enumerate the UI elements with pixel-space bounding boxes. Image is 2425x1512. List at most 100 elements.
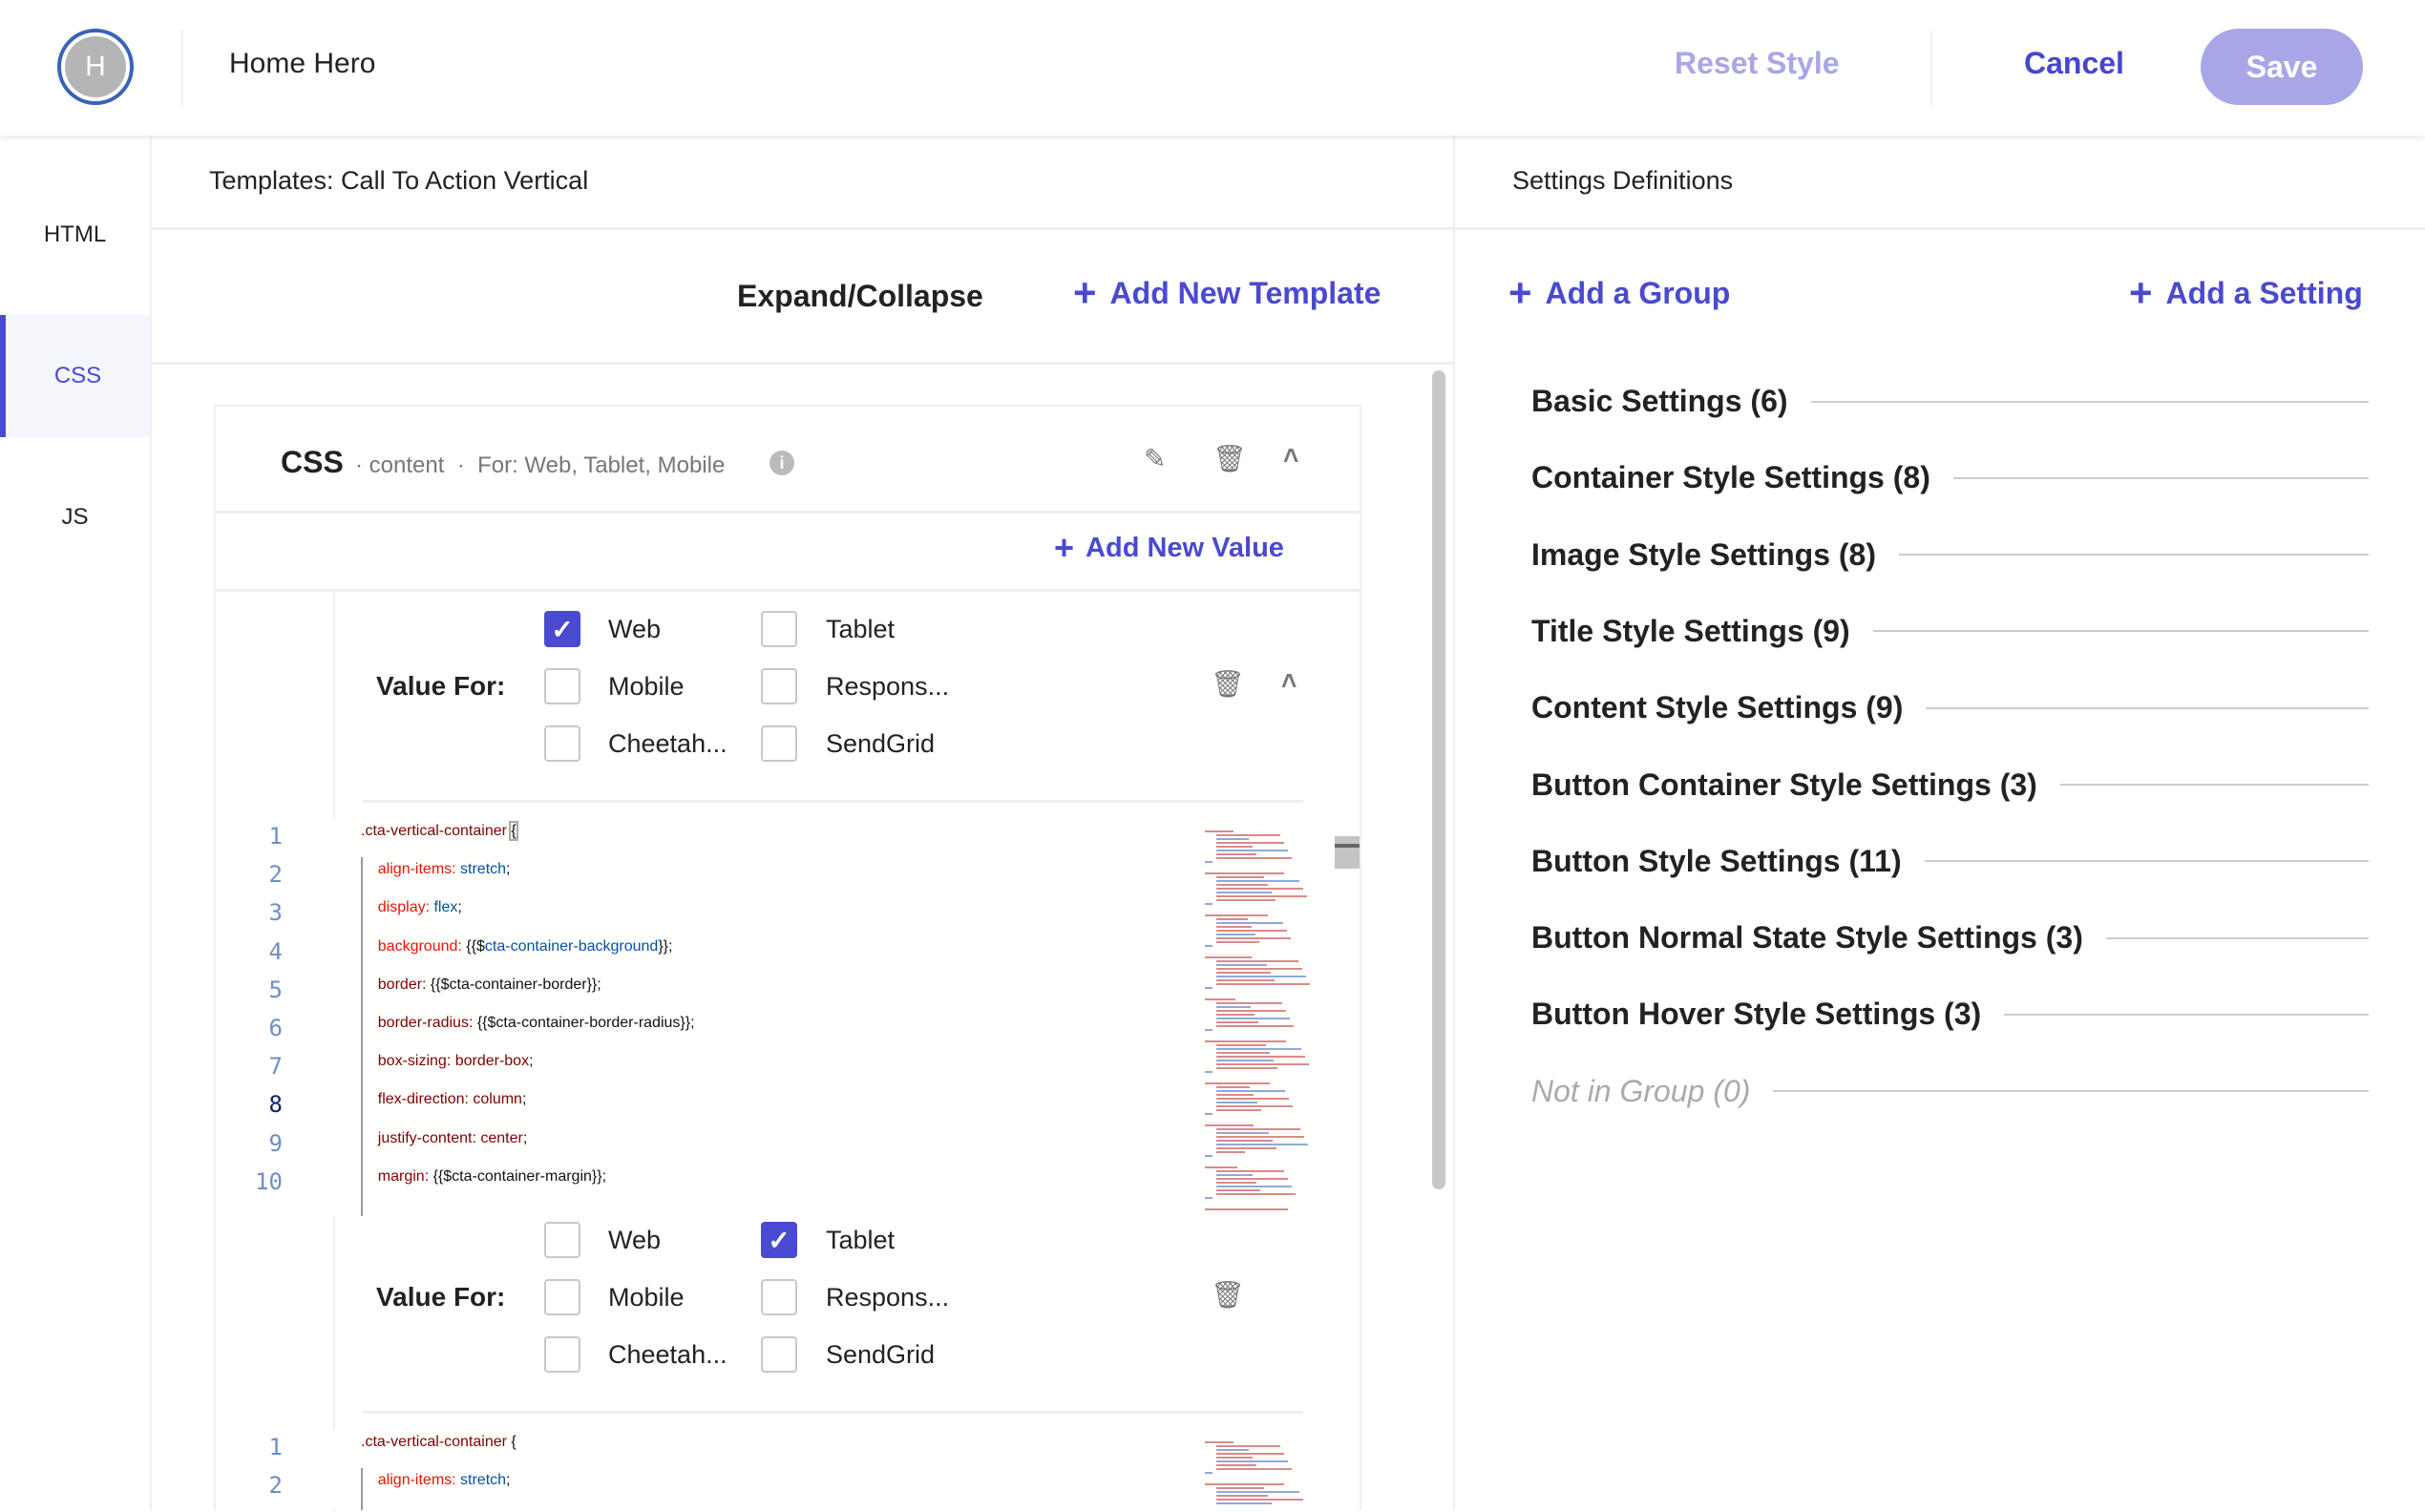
checkbox-label: Web xyxy=(608,615,662,643)
minimap-line xyxy=(1216,1006,1251,1008)
minimap-line xyxy=(1216,1098,1289,1100)
sidebar-item-css[interactable]: CSS xyxy=(0,315,150,437)
code-line[interactable]: align-items: stretch; xyxy=(361,1472,511,1489)
code-line[interactable]: justify-content: center; xyxy=(361,1130,528,1147)
checkbox-respons[interactable] xyxy=(761,1279,797,1315)
code-line[interactable]: margin: {{$cta-container-margin}}; xyxy=(361,1168,606,1186)
checkbox-label: Tablet xyxy=(826,615,896,643)
settings-group[interactable]: Title Style Settings (9) xyxy=(1531,614,2369,649)
minimap-line xyxy=(1216,1186,1292,1187)
trash-icon[interactable]: 🗑 xyxy=(1211,668,1245,700)
minimap-line xyxy=(1216,934,1255,935)
minimap-line xyxy=(1205,1441,1234,1443)
sidebar-item-html[interactable]: HTML xyxy=(0,174,150,296)
code-line[interactable]: display: flex; xyxy=(361,899,462,916)
code-token: ; xyxy=(506,1472,511,1489)
checkbox-mobile[interactable] xyxy=(544,668,580,704)
add-new-value-button[interactable]: + Add New Value xyxy=(1054,531,1284,565)
divider xyxy=(216,511,1360,514)
settings-group-label: Button Hover Style Settings (3) xyxy=(1531,997,1982,1032)
code-token: stretch xyxy=(460,1472,507,1489)
minimap-line xyxy=(1205,1208,1288,1210)
scrollbar[interactable] xyxy=(1432,370,1445,1189)
minimap-line xyxy=(1216,1102,1257,1103)
templates-title: Templates: Call To Action Vertical xyxy=(209,166,589,195)
checkbox-cheetah[interactable] xyxy=(544,725,580,762)
info-icon[interactable]: i xyxy=(770,451,794,475)
settings-group[interactable]: Button Style Settings (11) xyxy=(1531,844,2369,879)
code-token: .cta-vertical-container xyxy=(361,1434,512,1450)
code-minimap[interactable] xyxy=(1205,829,1310,1214)
edit-icon[interactable]: ✎ xyxy=(1144,443,1166,474)
sidebar-item-js[interactable]: JS xyxy=(0,456,150,578)
settings-group[interactable]: Image Style Settings (8) xyxy=(1531,537,2369,573)
checkbox-label: SendGrid xyxy=(826,1340,936,1369)
code-line[interactable]: .cta-vertical-container { xyxy=(361,1434,517,1451)
minimap-line xyxy=(1216,1460,1288,1462)
checkbox-sendgrid[interactable] xyxy=(761,1336,797,1373)
settings-group[interactable]: Button Container Style Settings (3) xyxy=(1531,767,2369,803)
minimap-line xyxy=(1216,1132,1269,1134)
chevron-up-icon[interactable]: ˄ xyxy=(1283,441,1298,472)
code-minimap[interactable] xyxy=(1205,1439,1310,1508)
code-token: { xyxy=(509,821,518,841)
save-button[interactable]: Save xyxy=(2201,29,2363,105)
minimap-line xyxy=(1205,945,1212,947)
expand-collapse-button[interactable]: Expand/Collapse xyxy=(737,279,983,314)
checkbox-cheetah[interactable] xyxy=(544,1336,580,1373)
settings-group[interactable]: Container Style Settings (8) xyxy=(1531,460,2369,495)
code-line[interactable]: border: {{$cta-container-border}}; xyxy=(361,976,601,994)
cancel-button[interactable]: Cancel xyxy=(2024,46,2124,81)
settings-group-label: Button Normal State Style Settings (3) xyxy=(1531,920,2083,956)
divider xyxy=(152,362,1454,365)
checkbox-sendgrid[interactable] xyxy=(761,725,797,762)
checkbox-web[interactable] xyxy=(544,1222,580,1258)
settings-group[interactable]: Content Style Settings (9) xyxy=(1531,690,2369,725)
add-group-button[interactable]: + Add a Group xyxy=(1508,273,1730,313)
checkbox-mobile[interactable] xyxy=(544,1279,580,1315)
line-number: 2 xyxy=(268,861,283,889)
add-setting-button[interactable]: + Add a Setting xyxy=(2129,273,2363,313)
minimap-line xyxy=(1216,1060,1274,1061)
avatar[interactable]: H xyxy=(57,29,134,105)
add-new-template-button[interactable]: + Add New Template xyxy=(1073,273,1381,313)
code-token: margin: xyxy=(361,1167,433,1185)
code-line[interactable]: align-items: stretch; xyxy=(361,861,511,878)
code-token: display: xyxy=(361,899,434,916)
code-token: stretch xyxy=(460,861,507,878)
editor-scrollbar[interactable] xyxy=(1335,830,1360,869)
trash-icon[interactable]: 🗑 xyxy=(1211,1279,1245,1311)
trash-icon[interactable]: 🗑 xyxy=(1212,443,1247,474)
settings-group[interactable]: Button Normal State Style Settings (3) xyxy=(1531,920,2369,956)
settings-group[interactable]: Button Hover Style Settings (3) xyxy=(1531,997,2369,1032)
chevron-up-icon[interactable]: ˄ xyxy=(1281,666,1297,697)
code-line[interactable]: box-sizing: border-box; xyxy=(361,1053,534,1070)
reset-style-button[interactable]: Reset Style xyxy=(1675,46,1840,81)
minimap-line xyxy=(1216,918,1248,920)
code-line[interactable]: .cta-vertical-container { xyxy=(361,821,518,841)
minimap-line xyxy=(1216,1468,1292,1470)
add-group-label: Add a Group xyxy=(1545,275,1731,310)
minimap-line xyxy=(1216,1018,1290,1019)
checkbox-tablet[interactable]: ✓ xyxy=(761,1222,797,1258)
minimap-line xyxy=(1205,830,1234,832)
settings-group-label: Button Container Style Settings (3) xyxy=(1531,766,2037,802)
code-token: flex-direction: column xyxy=(361,1091,522,1108)
checkbox-tablet[interactable] xyxy=(761,611,797,647)
code-token: ; xyxy=(506,861,511,878)
code-line[interactable]: border-radius: {{$cta-container-border-r… xyxy=(361,1015,695,1032)
code-line[interactable]: background: {{$cta-container-background}… xyxy=(361,938,673,956)
group-line xyxy=(1898,554,2369,556)
checkbox-respons[interactable] xyxy=(761,668,797,704)
divider xyxy=(216,589,1360,592)
settings-group-label: Basic Settings (6) xyxy=(1531,384,1788,418)
checkbox-web[interactable]: ✓ xyxy=(544,611,580,647)
settings-group[interactable]: Basic Settings (6) xyxy=(1531,384,2369,419)
minimap-line xyxy=(1216,899,1276,901)
minimap-line xyxy=(1216,846,1253,848)
minimap-line xyxy=(1216,1170,1284,1172)
add-new-template-label: Add New Template xyxy=(1109,275,1381,310)
settings-group[interactable]: Not in Group (0) xyxy=(1531,1074,2369,1109)
minimap-line xyxy=(1216,1502,1272,1504)
code-line[interactable]: flex-direction: column; xyxy=(361,1091,527,1108)
